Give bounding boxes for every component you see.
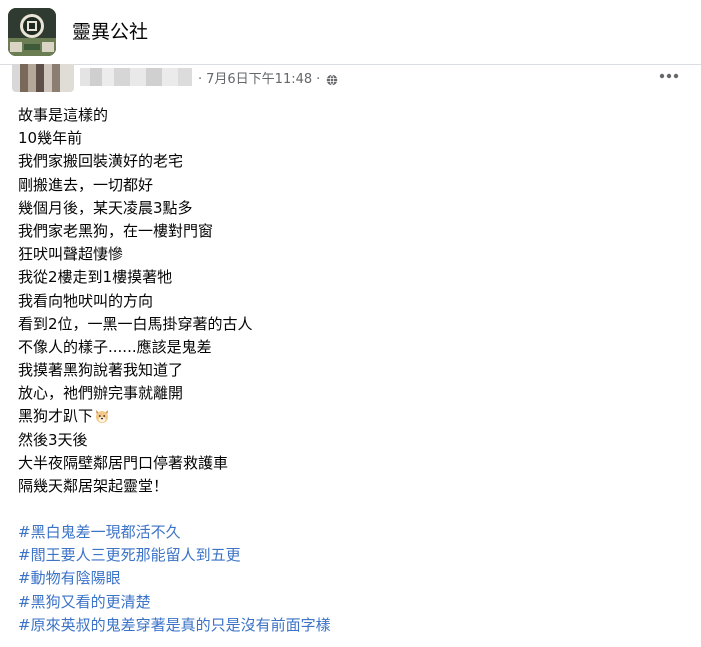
hashtag-list: #黑白鬼差一現都活不久 #閻王要人三更死那能留人到五更 #動物有陰陽眼 #黑狗又… bbox=[18, 521, 678, 637]
group-avatar[interactable] bbox=[8, 8, 56, 56]
group-header: 靈異公社 bbox=[0, 0, 701, 65]
post-text-line: 剛搬進去，一切都好 bbox=[18, 175, 154, 194]
post-text-line: 10幾年前 bbox=[18, 129, 83, 148]
post-text-line: 幾個月後，某天凌晨3點多 bbox=[18, 198, 193, 217]
post-timestamp-link[interactable]: 7月6日下午11:48 bbox=[206, 72, 312, 88]
hashtag-link[interactable]: #閻王要人三更死那能留人到五更 bbox=[18, 544, 678, 567]
post-text-line: 看到2位，一黑一白馬掛穿著的古人 bbox=[18, 314, 253, 333]
group-avatar-logo bbox=[8, 8, 56, 56]
post-body: 故事是這樣的 10幾年前 我們家搬回裝潢好的老宅 剛搬進去，一切都好 幾個月後，… bbox=[18, 104, 678, 498]
more-options-button[interactable] bbox=[657, 66, 681, 86]
post-text-line: 我摸著黑狗說著我知道了 bbox=[18, 361, 184, 380]
post-text-line-with-emoji: 黑狗才趴下 bbox=[18, 405, 678, 428]
globe-icon[interactable] bbox=[326, 74, 338, 86]
dog-face-emoji-icon bbox=[96, 410, 109, 424]
author-name-blurred[interactable] bbox=[80, 68, 192, 86]
post-text-line: 我們家老黑狗，在一樓對門窗 bbox=[18, 221, 214, 240]
post-meta: · 7月6日下午11:48 · bbox=[198, 72, 338, 88]
post-header: · 7月6日下午11:48 · bbox=[0, 64, 701, 100]
post-text-line: 我看向牠吠叫的方向 bbox=[18, 291, 154, 310]
post-text-line: 我們家搬回裝潢好的老宅 bbox=[18, 152, 184, 171]
post-text-segment: 黑狗才趴下 bbox=[18, 407, 94, 426]
post-text-line: 然後3天後 bbox=[18, 430, 88, 449]
post-text-line: 不像人的樣子......應該是鬼差 bbox=[18, 337, 212, 356]
post-text-line: 隔幾天鄰居架起靈堂！ bbox=[18, 477, 169, 495]
group-name-link[interactable]: 靈異公社 bbox=[72, 19, 148, 45]
meta-separator: · bbox=[316, 72, 321, 87]
post-text-line: 大半夜隔壁鄰居門口停著救護車 bbox=[18, 453, 229, 472]
hashtag-link[interactable]: #原來英叔的鬼差穿著是真的只是沒有前面字樣 bbox=[18, 614, 678, 637]
hashtag-link[interactable]: #黑狗又看的更清楚 bbox=[18, 591, 678, 614]
post-text-line: 故事是這樣的 bbox=[18, 106, 109, 124]
hashtag-link[interactable]: #黑白鬼差一現都活不久 bbox=[18, 521, 678, 544]
meta-separator: · bbox=[198, 72, 203, 87]
post-text-line: 狂吠叫聲超悽慘 bbox=[18, 245, 124, 264]
hashtag-link[interactable]: #動物有陰陽眼 bbox=[18, 567, 678, 590]
post-text-line: 放心，祂們辦完事就離開 bbox=[18, 384, 184, 403]
author-avatar-blurred[interactable] bbox=[12, 64, 74, 92]
more-options-icon bbox=[659, 73, 679, 79]
post-text-line: 我從2樓走到1樓摸著牠 bbox=[18, 268, 173, 287]
